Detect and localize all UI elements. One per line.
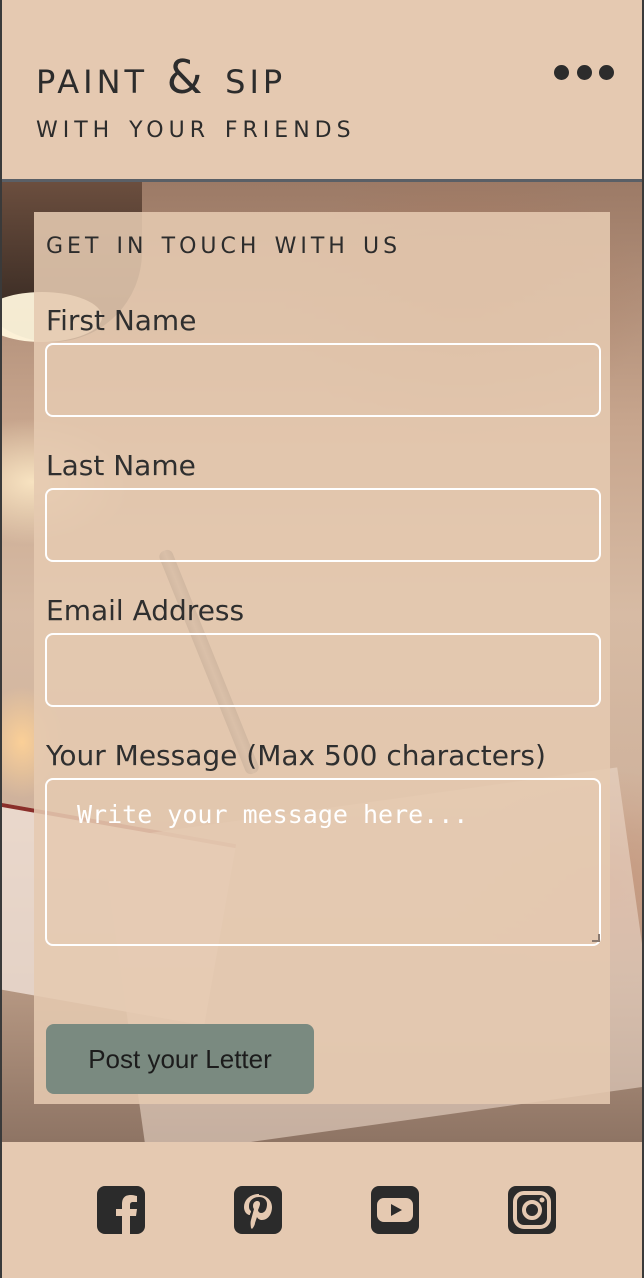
pinterest-link[interactable] <box>234 1186 282 1234</box>
facebook-icon <box>97 1186 145 1234</box>
post-letter-button[interactable]: Post your Letter <box>46 1024 314 1094</box>
message-textarea[interactable] <box>45 778 601 946</box>
facebook-link[interactable] <box>97 1186 145 1234</box>
textarea-resize-handle[interactable] <box>592 934 600 942</box>
site-footer <box>2 1142 642 1278</box>
page: Paint & Sip with your Friends Get in tou… <box>0 0 644 1278</box>
last-name-label: Last Name <box>46 449 196 482</box>
more-menu-button[interactable] <box>554 56 614 88</box>
instagram-link[interactable] <box>508 1186 556 1234</box>
site-title[interactable]: Paint & Sip <box>36 50 286 104</box>
youtube-icon <box>371 1186 419 1234</box>
message-label: Your Message (Max 500 characters) <box>46 739 546 772</box>
more-dots-icon <box>576 64 592 80</box>
first-name-label: First Name <box>46 304 197 337</box>
site-header: Paint & Sip with your Friends <box>2 0 642 182</box>
more-dots-icon <box>554 64 569 80</box>
pinterest-icon <box>234 1186 282 1234</box>
instagram-icon <box>508 1186 556 1234</box>
last-name-field[interactable] <box>45 488 601 562</box>
first-name-field[interactable] <box>45 343 601 417</box>
email-label: Email Address <box>46 594 245 627</box>
email-field[interactable] <box>45 633 601 707</box>
contact-heading: Get in touch with us <box>46 223 402 261</box>
youtube-link[interactable] <box>371 1186 419 1234</box>
contact-form: Get in touch with us First Name Last Nam… <box>34 212 610 1104</box>
more-dots-icon <box>599 64 614 80</box>
site-subtitle: with your Friends <box>36 109 356 145</box>
